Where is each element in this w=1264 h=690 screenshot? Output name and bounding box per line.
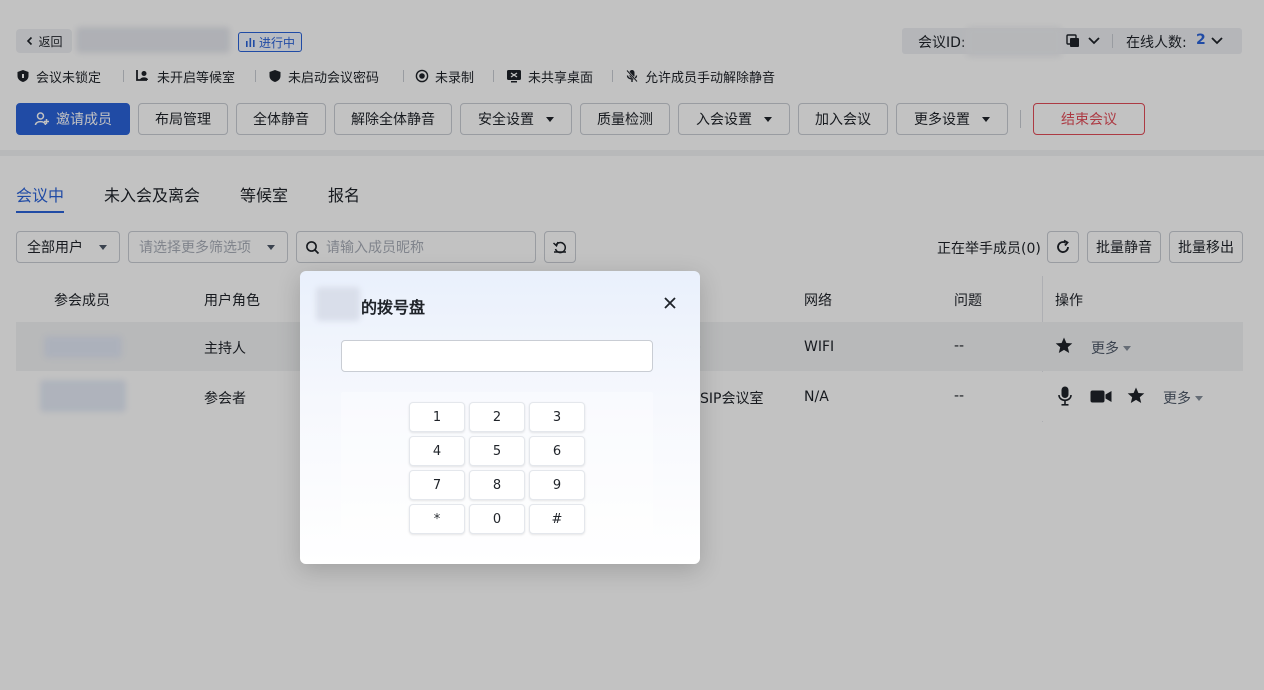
dial-key-5[interactable]: 5 xyxy=(469,436,525,466)
dialpad-title: 的拨号盘 xyxy=(361,298,426,317)
dial-key-4[interactable]: 4 xyxy=(409,436,465,466)
dialpad-owner-name-redacted xyxy=(316,287,360,321)
dial-key-star[interactable]: * xyxy=(409,504,465,534)
dial-key-9[interactable]: 9 xyxy=(529,470,585,500)
dialpad-modal: 的拨号盘 1 2 3 4 5 6 7 8 9 * 0 # xyxy=(300,271,700,564)
dial-key-6[interactable]: 6 xyxy=(529,436,585,466)
dialpad-input[interactable] xyxy=(341,340,653,372)
dial-key-1[interactable]: 1 xyxy=(409,402,465,432)
dial-key-3[interactable]: 3 xyxy=(529,402,585,432)
dial-key-8[interactable]: 8 xyxy=(469,470,525,500)
close-icon[interactable] xyxy=(663,296,677,310)
dial-key-0[interactable]: 0 xyxy=(469,504,525,534)
dial-key-7[interactable]: 7 xyxy=(409,470,465,500)
dial-key-2[interactable]: 2 xyxy=(469,402,525,432)
dial-key-hash[interactable]: # xyxy=(529,504,585,534)
